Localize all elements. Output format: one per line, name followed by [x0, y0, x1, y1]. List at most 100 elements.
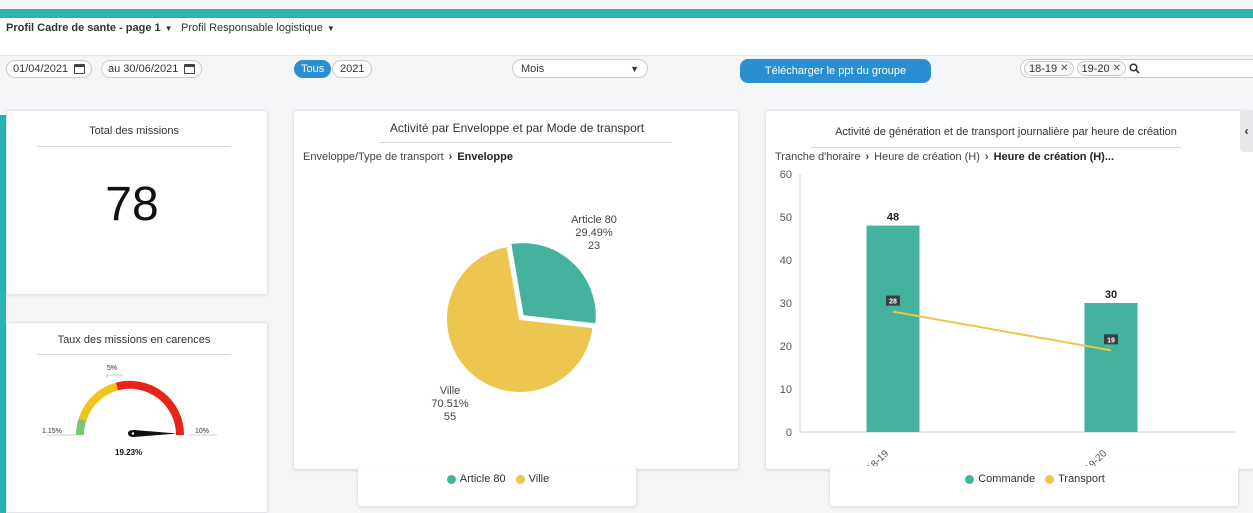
tab-label: Profil Responsable logistique [181, 22, 323, 34]
pie-slice-article-80[interactable] [509, 241, 598, 326]
tab-responsable-logistique[interactable]: Profil Responsable logistique ▼ [181, 22, 335, 34]
filter-toolbar: 01/04/2021 au 30/06/2021 Tous 2021 Mois … [0, 56, 1253, 106]
pie-data-label: 55 [444, 411, 456, 423]
calendar-icon[interactable] [184, 64, 196, 74]
caret-down-icon: ▼ [164, 23, 173, 33]
breadcrumb-item[interactable]: Enveloppe/Type de transport [303, 151, 444, 163]
granularity-select[interactable]: Mois ▼ [512, 59, 648, 78]
legend-item-article-80[interactable]: Article 80 [446, 473, 506, 485]
date-to-field[interactable]: au 30/06/2021 [101, 60, 203, 78]
bar-legend-box: Commande Transport [829, 467, 1239, 507]
total-missions-card: Total des missions 78 [6, 110, 268, 295]
gauge-segment-yellow [78, 382, 119, 421]
bar-value-label: 48 [887, 212, 899, 224]
x-tick-label: 19-20 [1083, 448, 1109, 466]
y-tick-label: 10 [780, 384, 792, 396]
breadcrumb-item[interactable]: Heure de création (H) [874, 151, 980, 163]
gauge-chart: 1.15% 5% 10% 19.23% [42, 365, 217, 457]
profile-tabs: Profil Cadre de sante - page 1 ▼ Profil … [0, 18, 1253, 58]
gauge-max-label: 10% [195, 428, 209, 435]
pie-legend: Article 80 Ville [358, 473, 638, 485]
bar-value-label: 30 [1105, 289, 1117, 301]
y-tick-label: 30 [780, 298, 792, 310]
legend-swatch [1045, 474, 1055, 484]
pie-data-label: 70.51% [431, 398, 469, 410]
tab-cadre-sante[interactable]: Profil Cadre de sante - page 1 ▼ [6, 22, 173, 34]
date-from-field[interactable]: 01/04/2021 [6, 60, 93, 78]
card-title: Activité de génération et de transport j… [835, 126, 1177, 138]
y-tick-label: 60 [780, 169, 792, 181]
dashboard: Profil Cadre de sante - page 1 ▼ Profil … [0, 0, 1253, 513]
remove-tag-icon[interactable]: ✕ [1113, 63, 1121, 74]
legend-label: Ville [528, 473, 550, 485]
pie-data-label: Ville [440, 385, 461, 397]
pie-data-label: Article 80 [571, 214, 617, 226]
bar-legend: Commande Transport [830, 473, 1240, 485]
legend-swatch [515, 474, 525, 484]
date-to-value: au 30/06/2021 [108, 63, 179, 75]
total-missions-value: 78 [105, 178, 159, 231]
chevron-right-icon: › [448, 151, 453, 163]
tab-label: Profil Cadre de sante - page 1 [6, 22, 161, 34]
gauge-mid-label: 5% [107, 365, 117, 372]
bar-18-19[interactable] [866, 225, 920, 432]
pie-data-label: 23 [588, 240, 600, 252]
pie-chart-card: Activité par Enveloppe et par Mode de tr… [293, 110, 739, 470]
bar-19-20[interactable] [1084, 303, 1138, 432]
y-tick-label: 40 [780, 255, 792, 267]
caret-down-icon: ▼ [326, 23, 335, 33]
legend-label: Transport [1058, 473, 1105, 485]
bar-chart: 0 10 20 30 40 50 60 48 18-19 30 19-20 28 19 [780, 169, 1236, 466]
legend-swatch [446, 474, 456, 484]
download-ppt-button[interactable]: Télécharger le ppt du groupe [740, 59, 931, 83]
period-year-button[interactable]: 2021 [332, 60, 373, 78]
period-all-button[interactable]: Tous [294, 60, 332, 78]
chevron-left-icon: ‹ [1244, 124, 1249, 138]
pie-chart: Article 8029.49%23 Ville70.51%55 [431, 214, 617, 423]
chevron-right-icon: › [865, 151, 870, 163]
filter-tag[interactable]: 19-20 ✕ [1076, 61, 1127, 76]
y-tick-label: 20 [780, 341, 792, 353]
breadcrumb-item[interactable]: Tranche d'horaire [775, 151, 860, 163]
title-divider [380, 142, 672, 143]
title-divider [37, 146, 231, 147]
card-title: Activité par Enveloppe et par Mode de tr… [389, 121, 645, 135]
line-point-label: 19 [1107, 337, 1115, 344]
chevron-right-icon: › [984, 151, 989, 163]
collapse-panel-button[interactable]: ‹ [1240, 110, 1253, 152]
pie-data-label: 29.49% [575, 227, 613, 239]
pie-legend-box: Article 80 Ville [357, 467, 637, 507]
filter-tag-label: 19-20 [1081, 62, 1110, 75]
legend-label: Commande [978, 473, 1036, 485]
gauge-segment-red [115, 380, 185, 436]
card-title: Total des missions [89, 125, 179, 137]
filter-tag-label: 18-19 [1029, 62, 1058, 75]
legend-item-ville[interactable]: Ville [515, 473, 550, 485]
legend-item-transport[interactable]: Transport [1045, 473, 1105, 485]
remove-tag-icon[interactable]: ✕ [1060, 63, 1068, 74]
calendar-icon[interactable] [74, 64, 86, 74]
y-tick-label: 50 [780, 212, 792, 224]
filter-tag[interactable]: 18-19 ✕ [1024, 61, 1074, 76]
top-accent-bar [0, 9, 1253, 18]
title-divider [811, 147, 1181, 148]
bar-chart-card: Activité de génération et de transport j… [765, 110, 1253, 470]
title-divider [37, 354, 231, 355]
legend-item-commande[interactable]: Commande [965, 473, 1035, 485]
breadcrumb: Tranche d'horaire › Heure de création (H… [775, 151, 1114, 163]
carence-rate-card: Taux des missions en carences 1.15% 5% 1… [6, 322, 268, 513]
y-tick-label: 0 [786, 427, 792, 439]
breadcrumb-current: Heure de création (H)... [993, 151, 1115, 163]
gauge-needle [128, 430, 177, 437]
mid-label-leader [106, 374, 123, 378]
breadcrumb: Enveloppe/Type de transport › Enveloppe [303, 151, 513, 163]
card-title: Taux des missions en carences [57, 334, 211, 346]
gauge-value-label: 19.23% [115, 448, 142, 457]
time-slot-filter[interactable]: 18-19 ✕ 19-20 ✕ [1020, 59, 1253, 78]
search-icon[interactable] [1129, 63, 1140, 74]
transport-line[interactable] [892, 310, 1112, 352]
x-tick-label: 18-19 [865, 448, 891, 466]
granularity-value: Mois [521, 62, 545, 75]
gauge-needle-hub [131, 432, 135, 435]
caret-down-icon: ▼ [630, 63, 639, 74]
